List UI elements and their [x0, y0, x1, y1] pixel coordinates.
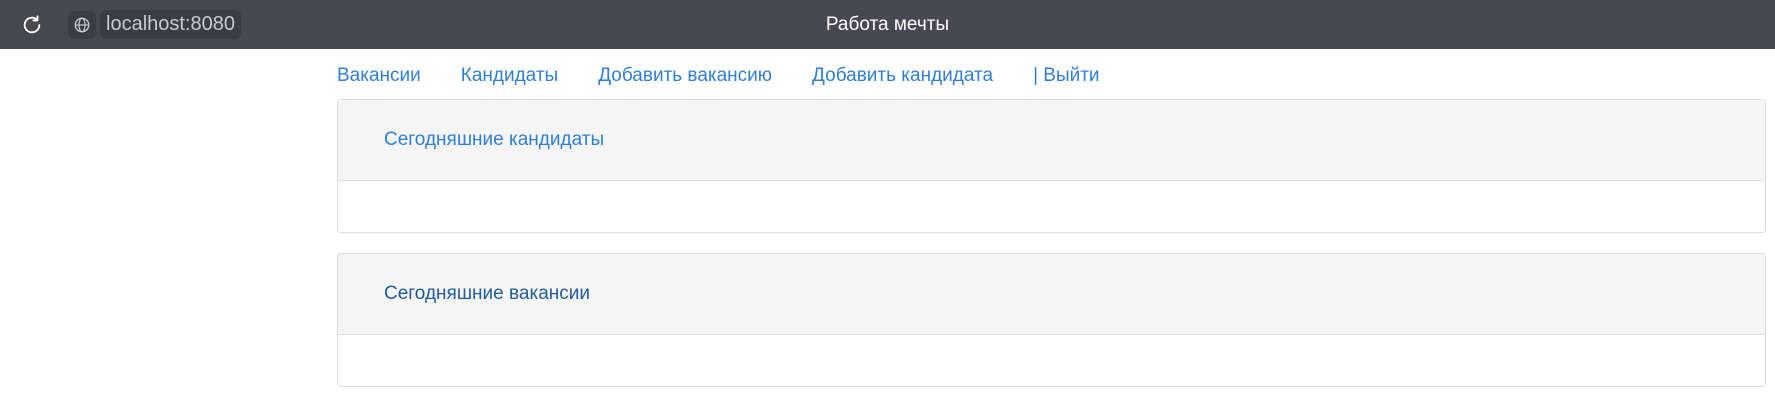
panel-header: Сегодняшние вакансии: [338, 254, 1765, 335]
panel-title: Сегодняшние кандидаты: [384, 129, 605, 150]
nav-link-vacancies[interactable]: Вакансии: [337, 65, 421, 87]
nav-link-candidates[interactable]: Кандидаты: [461, 65, 558, 87]
globe-icon[interactable]: [68, 11, 96, 39]
nav-link-add-candidate[interactable]: Добавить кандидата: [812, 65, 993, 87]
panel-header: Сегодняшние кандидаты: [338, 100, 1765, 181]
today-vacancies-panel: Сегодняшние вакансии: [337, 253, 1766, 387]
panel-title: Сегодняшние вакансии: [384, 283, 590, 304]
page-title: Работа мечты: [825, 14, 950, 35]
browser-toolbar: localhost:8080 Работа мечты: [0, 0, 1775, 49]
nav-link-add-vacancy[interactable]: Добавить вакансию: [598, 65, 772, 87]
nav-link-logout[interactable]: | Выйти: [1033, 65, 1099, 87]
reload-icon[interactable]: [18, 11, 46, 39]
url-field[interactable]: localhost:8080: [100, 10, 241, 39]
panel-body: [338, 181, 1765, 232]
today-candidates-panel: Сегодняшние кандидаты: [337, 99, 1766, 233]
panel-body: [338, 335, 1765, 386]
main-nav: Вакансии Кандидаты Добавить вакансию Доб…: [337, 56, 1140, 96]
